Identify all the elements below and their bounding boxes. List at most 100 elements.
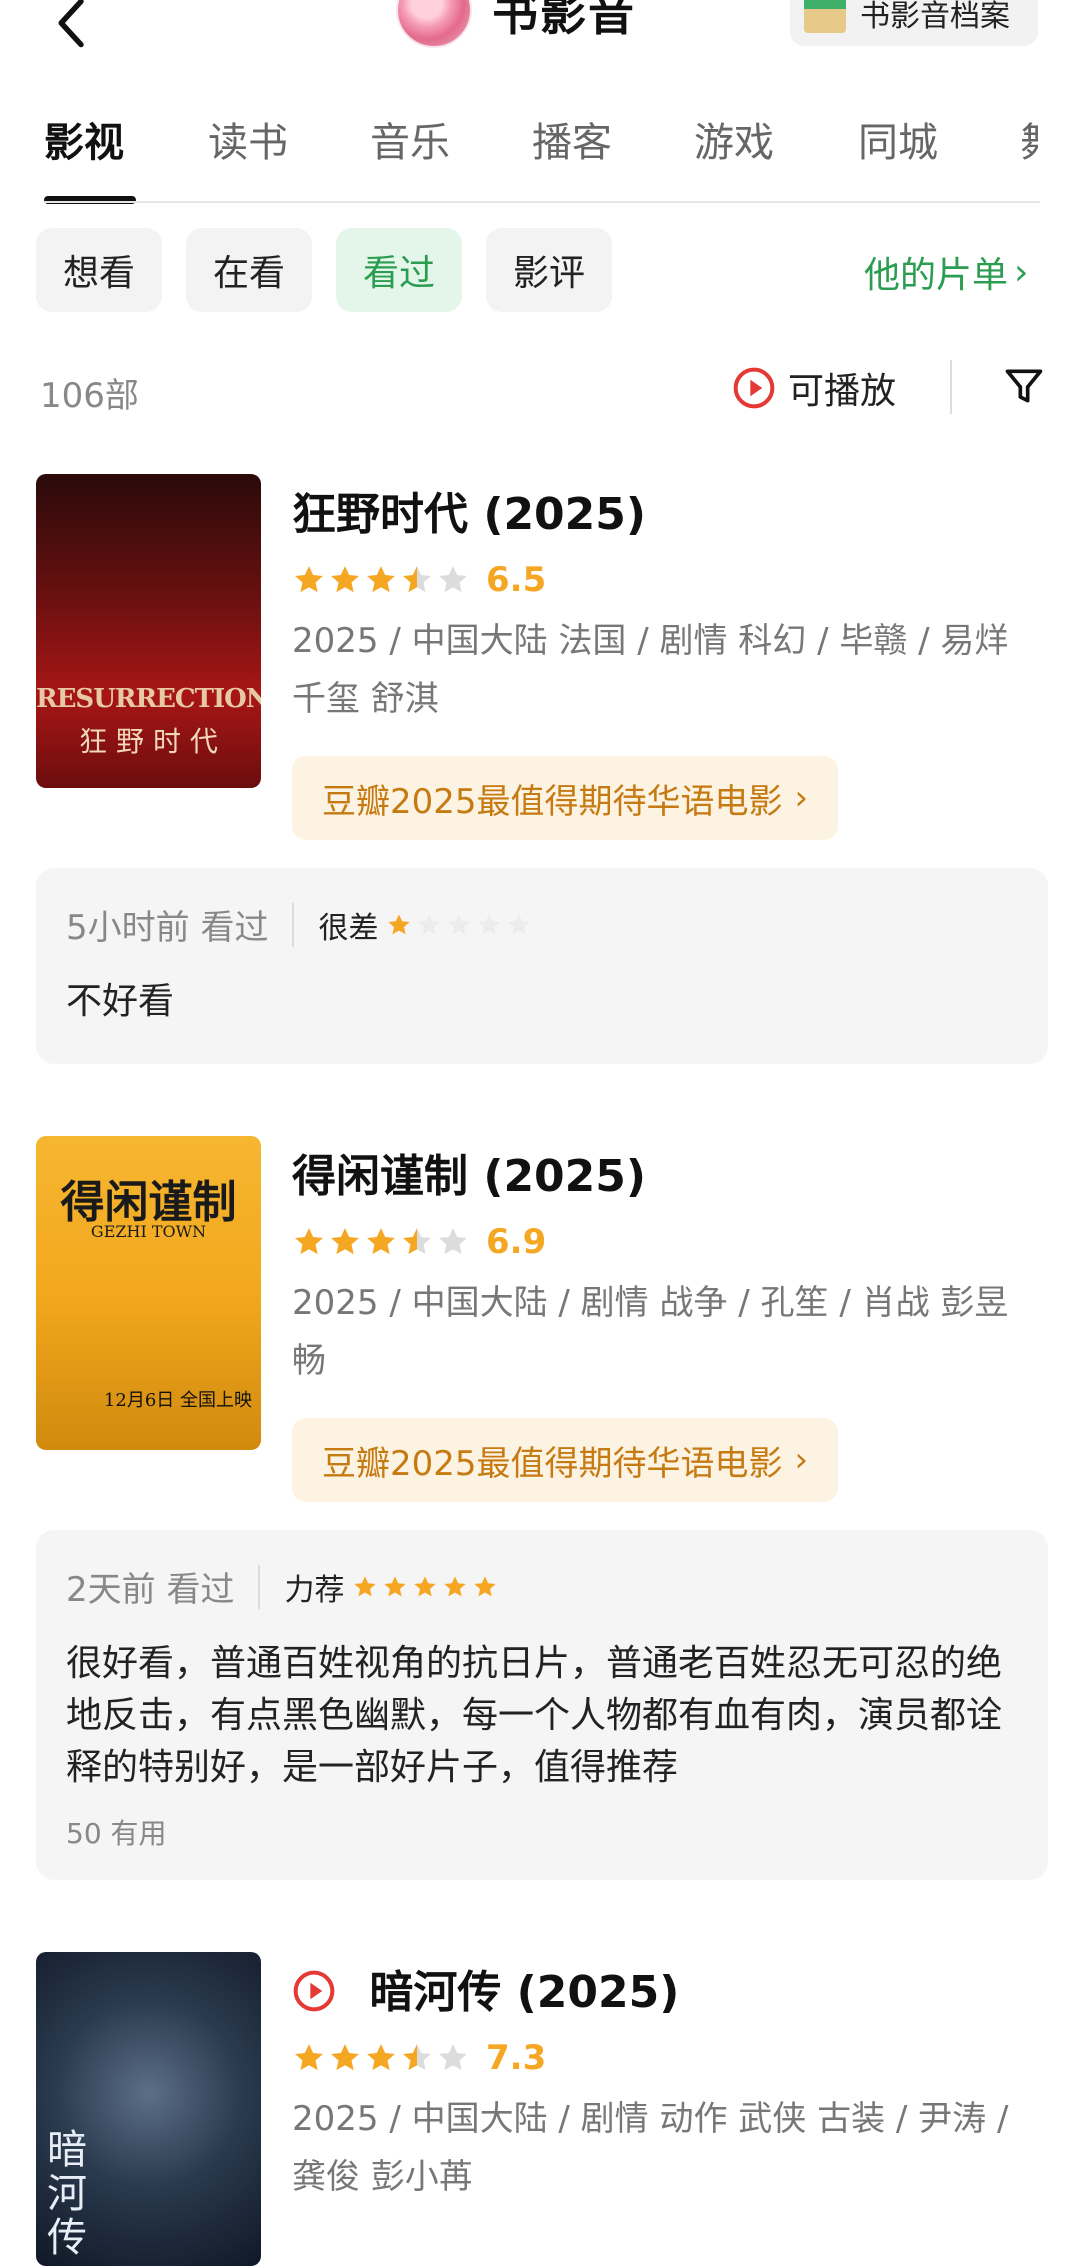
star-icon bbox=[364, 1225, 398, 1259]
archive-box-icon bbox=[804, 0, 846, 33]
divider bbox=[292, 902, 295, 947]
review-text: 不好看 bbox=[66, 981, 175, 1022]
poster-title: RESURRECTION bbox=[36, 684, 261, 714]
archive-label: 书影音档案 bbox=[860, 0, 1010, 34]
list-badge[interactable]: 豆瓣2025最值得期待华语电影 › bbox=[292, 1418, 839, 1502]
chip-watched[interactable]: 看过 bbox=[336, 228, 462, 312]
movie-title[interactable]: 暗河传 (2025) bbox=[292, 1956, 679, 2020]
rating-row: 6.9 bbox=[292, 1222, 546, 1262]
movie-year: (2025) bbox=[483, 1151, 647, 1202]
chip-reviews[interactable]: 影评 bbox=[486, 228, 612, 312]
movie-meta: 2025 / 中国大陆 / 剧情 动作 武侠 古装 / 尹涛 / 龚俊 彭小苒 bbox=[292, 2099, 1009, 2197]
review-text: 很好看，普通百姓视角的抗日片，普通老百姓忍无可忍的绝地反击，有点黑色幽默，每一个… bbox=[66, 1643, 1003, 1788]
star-empty-icon bbox=[416, 912, 442, 938]
star-icon bbox=[292, 2041, 326, 2075]
archive-button[interactable]: 书影音档案 bbox=[790, 0, 1038, 46]
review-level: 力荐 bbox=[284, 1572, 345, 1608]
divider bbox=[44, 201, 1040, 203]
star-rating bbox=[292, 563, 472, 597]
chevron-right-icon: › bbox=[1014, 251, 1029, 293]
star-empty-icon bbox=[436, 1225, 470, 1259]
useful-count[interactable]: 50 有用 bbox=[66, 1812, 167, 1852]
star-empty-icon bbox=[476, 912, 502, 938]
item-count: 106部 bbox=[40, 376, 139, 416]
page-title: 书影音 bbox=[492, 0, 636, 41]
star-icon bbox=[472, 1574, 498, 1600]
chevron-right-icon: › bbox=[794, 778, 809, 818]
movie-meta: 2025 / 中国大陆 / 剧情 战争 / 孔笙 / 肖战 彭昱畅 bbox=[292, 1283, 1009, 1381]
star-icon bbox=[364, 563, 398, 597]
playable-filter[interactable]: 可播放 bbox=[732, 362, 896, 414]
tab-music[interactable]: 音乐 bbox=[370, 110, 450, 168]
back-button[interactable] bbox=[52, 0, 112, 58]
movie-title[interactable]: 得闲谨制 (2025) bbox=[292, 1140, 646, 1204]
movie-score: 6.5 bbox=[486, 560, 547, 600]
play-circle-icon[interactable] bbox=[292, 1969, 336, 2013]
movie-year: (2025) bbox=[516, 1967, 680, 2018]
star-icon bbox=[292, 563, 326, 597]
divider bbox=[950, 360, 952, 414]
star-half-icon bbox=[400, 563, 434, 597]
star-icon bbox=[382, 1574, 408, 1600]
movie-title-text: 狂野时代 bbox=[292, 489, 468, 540]
star-icon bbox=[442, 1574, 468, 1600]
badge-label: 豆瓣2025最值得期待华语电影 bbox=[322, 1443, 783, 1484]
review-time: 5小时前 看过 bbox=[66, 908, 269, 948]
movie-title[interactable]: 狂野时代 (2025) bbox=[292, 478, 646, 542]
movie-meta: 2025 / 中国大陆 法国 / 剧情 科幻 / 毕赣 / 易烊千玺 舒淇 bbox=[292, 621, 1009, 719]
movie-poster[interactable]: 暗河传 bbox=[36, 1952, 261, 2266]
chip-watching[interactable]: 在看 bbox=[186, 228, 312, 312]
movie-title-text: 得闲谨制 bbox=[292, 1151, 468, 1202]
poster-title: 暗河传 bbox=[47, 2127, 87, 2261]
badge-label: 豆瓣2025最值得期待华语电影 bbox=[322, 781, 783, 822]
tab-local[interactable]: 同城 bbox=[858, 110, 938, 168]
poster-release: 12月6日 全国上映 bbox=[103, 1390, 252, 1411]
movie-year: (2025) bbox=[483, 489, 647, 540]
review-header: 2天前 看过 力荐 bbox=[66, 1562, 502, 1611]
star-empty-icon bbox=[506, 912, 532, 938]
star-icon bbox=[328, 563, 362, 597]
filter-icon[interactable] bbox=[1002, 364, 1046, 408]
back-arrow-icon bbox=[58, 0, 84, 48]
movie-score: 7.3 bbox=[486, 2038, 547, 2078]
star-icon bbox=[292, 1225, 326, 1259]
rating-row: 7.3 bbox=[292, 2038, 546, 2078]
star-empty-icon bbox=[436, 563, 470, 597]
app-logo-icon bbox=[396, 0, 472, 48]
tab-games[interactable]: 游戏 bbox=[694, 110, 774, 168]
movie-poster[interactable]: 得闲谨制 GEZHI TOWN 12月6日 全国上映 bbox=[36, 1136, 261, 1450]
his-list-link[interactable]: 他的片单 › bbox=[864, 246, 1028, 298]
movie-poster[interactable]: RESURRECTION 狂 野 时 代 bbox=[36, 474, 261, 788]
star-empty-icon bbox=[446, 912, 472, 938]
tab-film[interactable]: 影视 bbox=[44, 110, 124, 168]
review-card[interactable]: 2天前 看过 力荐 很好看，普通百姓视角的抗日片，普通老百姓忍无可忍的绝地反击，… bbox=[36, 1530, 1048, 1880]
play-circle-icon bbox=[733, 367, 775, 409]
his-list-label: 他的片单 bbox=[864, 255, 1009, 296]
star-icon bbox=[352, 1574, 378, 1600]
star-icon bbox=[386, 912, 412, 938]
tab-podcast[interactable]: 播客 bbox=[532, 110, 612, 168]
tab-books[interactable]: 读书 bbox=[208, 110, 288, 168]
chevron-right-icon: › bbox=[794, 1440, 809, 1480]
star-icon bbox=[364, 2041, 398, 2075]
star-icon bbox=[328, 2041, 362, 2075]
review-card[interactable]: 5小时前 看过 很差 不好看 bbox=[36, 868, 1048, 1064]
divider bbox=[258, 1564, 261, 1609]
list-badge[interactable]: 豆瓣2025最值得期待华语电影 › bbox=[292, 756, 839, 840]
tab-stage[interactable]: 舞 bbox=[1020, 110, 1038, 168]
star-rating bbox=[292, 1225, 472, 1259]
top-bar: 书影音 书影音档案 bbox=[0, 0, 1084, 60]
chip-want-to-watch[interactable]: 想看 bbox=[36, 228, 162, 312]
star-empty-icon bbox=[436, 2041, 470, 2075]
poster-title: 得闲谨制 bbox=[60, 1177, 237, 1228]
star-icon bbox=[328, 1225, 362, 1259]
star-half-icon bbox=[400, 1225, 434, 1259]
review-header: 5小时前 看过 很差 bbox=[66, 900, 536, 949]
movie-title-text: 暗河传 bbox=[369, 1967, 502, 2018]
star-icon bbox=[412, 1574, 438, 1600]
category-tabs: 影视 读书 音乐 播客 游戏 同城 舞 bbox=[0, 110, 1084, 206]
star-rating bbox=[292, 2041, 472, 2075]
poster-title: 狂 野 时 代 bbox=[79, 725, 218, 758]
poster-subtitle: GEZHI TOWN bbox=[90, 1222, 207, 1241]
review-time: 2天前 看过 bbox=[66, 1570, 235, 1610]
